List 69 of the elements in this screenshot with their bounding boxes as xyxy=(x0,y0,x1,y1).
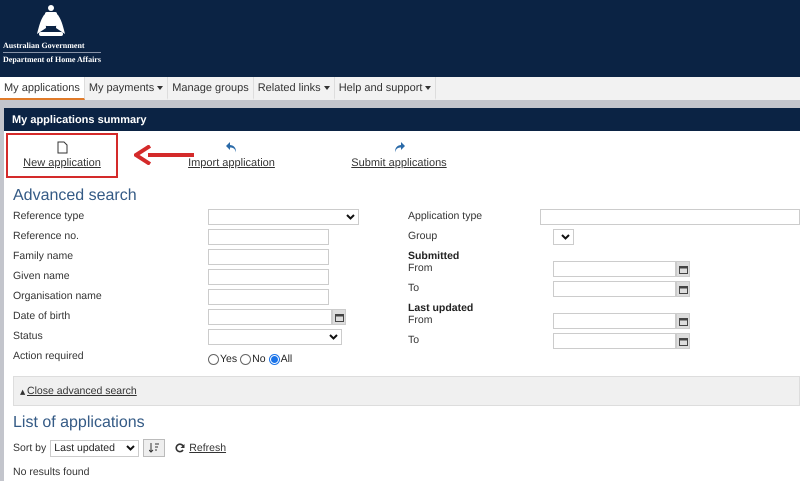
select-field[interactable] xyxy=(208,329,342,345)
calendar-button[interactable] xyxy=(676,313,690,329)
group-heading: Last updated xyxy=(408,302,474,314)
field-label: From xyxy=(408,262,434,274)
chevron-down-icon xyxy=(561,234,570,240)
calendar-icon xyxy=(678,284,688,294)
field-label: Group xyxy=(408,230,438,242)
chevron-down-icon xyxy=(126,445,136,451)
nav-tab[interactable]: My applications xyxy=(0,77,85,100)
field-label: Given name xyxy=(13,270,71,282)
sort-order-button[interactable] xyxy=(143,439,166,457)
refresh-icon xyxy=(175,443,186,453)
calendar-icon xyxy=(678,316,688,326)
agency-name: Australian Government xyxy=(3,40,85,51)
text-field[interactable] xyxy=(208,249,329,265)
date-field[interactable] xyxy=(208,309,332,325)
calendar-icon xyxy=(678,336,688,346)
section-heading: List of applications xyxy=(12,413,146,433)
field-label: Application type xyxy=(408,210,484,222)
calendar-button[interactable] xyxy=(676,261,690,277)
field-label: Family name xyxy=(13,250,74,262)
calendar-button[interactable] xyxy=(332,309,346,325)
collapse-caret: ▴ xyxy=(20,384,26,398)
nav-tab[interactable]: Related links xyxy=(254,77,335,100)
date-field[interactable] xyxy=(553,313,676,329)
text-field[interactable] xyxy=(208,289,329,305)
sort-label: Sort by xyxy=(13,442,46,454)
field-label: Date of birth xyxy=(13,310,72,322)
date-field[interactable] xyxy=(553,333,676,349)
date-field[interactable] xyxy=(553,261,676,277)
text-field[interactable] xyxy=(540,209,800,225)
chevron-down-icon xyxy=(329,334,338,340)
section-heading: Advanced search xyxy=(12,186,138,206)
forward-arrow-icon xyxy=(392,141,406,154)
select-field[interactable] xyxy=(553,229,574,245)
calendar-button[interactable] xyxy=(676,281,690,297)
action-link[interactable]: Submit applications xyxy=(309,132,489,178)
radio-option[interactable]: All xyxy=(268,353,292,365)
empty-message: No results found xyxy=(13,466,90,478)
radio-option[interactable]: Yes xyxy=(208,353,238,365)
department-name: Department of Home Affairs xyxy=(3,54,101,65)
select-field[interactable] xyxy=(208,209,359,225)
refresh-link[interactable]: Refresh xyxy=(189,442,226,454)
action-link[interactable]: New application xyxy=(6,132,118,178)
radio-option[interactable]: No xyxy=(240,353,266,365)
nav-tab[interactable]: Help and support xyxy=(334,77,436,100)
field-label: To xyxy=(408,334,420,346)
field-label: Organisation name xyxy=(13,290,103,302)
field-label: Status xyxy=(13,330,44,342)
close-search-link[interactable]: Close advanced search xyxy=(27,385,137,397)
field-label: To xyxy=(408,282,420,294)
sort-select[interactable]: Last updated xyxy=(50,440,140,456)
field-label: Reference type xyxy=(13,210,86,222)
field-label: Reference no. xyxy=(13,230,80,242)
text-field[interactable] xyxy=(208,229,329,245)
group-heading: Submitted xyxy=(408,250,460,262)
document-icon xyxy=(56,141,68,154)
date-field[interactable] xyxy=(553,281,676,297)
calendar-button[interactable] xyxy=(676,333,690,349)
field-label: Action required xyxy=(13,350,85,362)
calendar-icon xyxy=(678,264,688,274)
calendar-icon xyxy=(334,312,344,322)
text-field[interactable] xyxy=(208,269,329,285)
action-link[interactable]: Import application xyxy=(154,132,309,178)
section-title-bar: My applications summary xyxy=(4,108,800,131)
chevron-down-icon xyxy=(346,214,355,220)
field-label: From xyxy=(408,314,434,326)
sort-icon xyxy=(149,443,160,453)
reply-arrow-icon xyxy=(225,141,238,154)
